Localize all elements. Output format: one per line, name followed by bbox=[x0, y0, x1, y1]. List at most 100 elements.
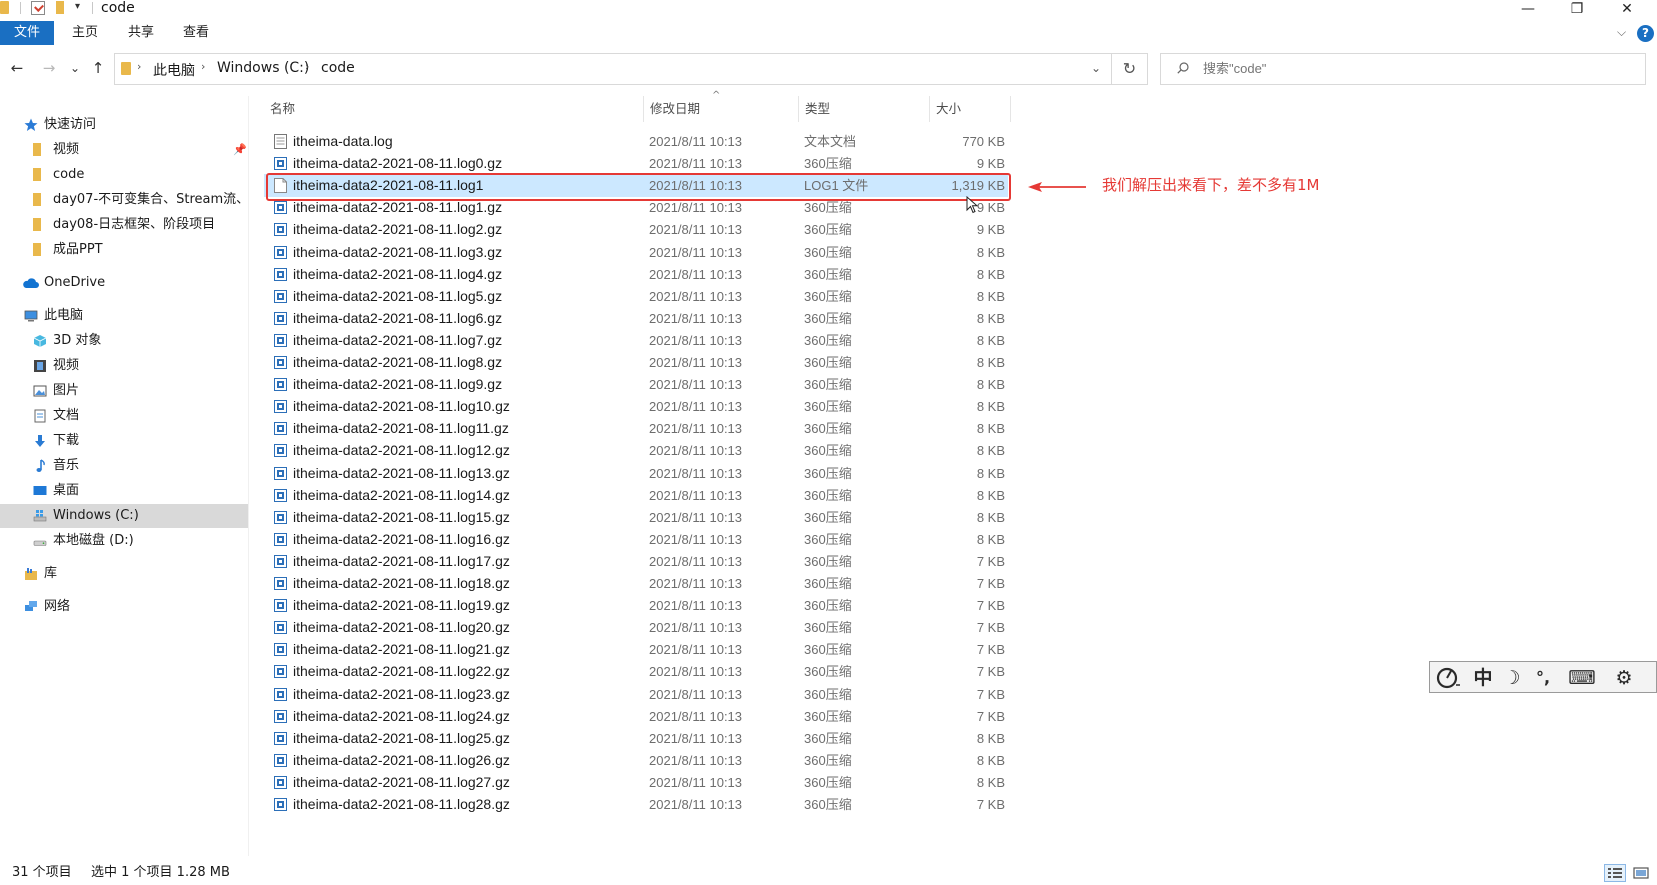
file-row[interactable]: itheima-data2-2021-08-11.log4.gz 2021/8/1… bbox=[264, 263, 1008, 286]
new-folder-icon[interactable] bbox=[56, 1, 64, 14]
file-modified-date: 2021/8/11 10:13 bbox=[649, 244, 743, 260]
file-row[interactable]: itheima-data2-2021-08-11.log13.gz 2021/8/… bbox=[264, 462, 1008, 485]
tab-home[interactable]: 主页 bbox=[62, 21, 108, 45]
sidebar-item-code[interactable]: code bbox=[0, 163, 248, 187]
sidebar-item-documents[interactable]: 文档 bbox=[0, 404, 248, 428]
forward-button[interactable]: → bbox=[39, 58, 59, 78]
file-row[interactable]: itheima-data2-2021-08-11.log26.gz 2021/8/… bbox=[264, 749, 1008, 772]
column-header-name[interactable]: 名称 bbox=[264, 96, 642, 122]
sidebar-item-windows-c[interactable]: Windows (C:) bbox=[0, 504, 248, 528]
search-input[interactable] bbox=[1203, 61, 1603, 76]
pin-icon[interactable]: 📌 bbox=[233, 138, 247, 162]
sidebar-item-quick-access[interactable]: 快速访问 bbox=[0, 113, 248, 137]
tab-view[interactable]: 查看 bbox=[173, 21, 219, 45]
sidebar-item-3d-objects[interactable]: 3D 对象 bbox=[0, 329, 248, 353]
expand-ribbon-icon[interactable]: ⌵ bbox=[1617, 25, 1626, 40]
sidebar-item-music[interactable]: 音乐 bbox=[0, 454, 248, 478]
sidebar-item-day07[interactable]: day07-不可变集合、Stream流、! bbox=[0, 188, 248, 212]
column-header-size[interactable]: 大小 bbox=[930, 96, 1010, 122]
sidebar-item-desktop[interactable]: 桌面 bbox=[0, 479, 248, 503]
file-row[interactable]: itheima-data2-2021-08-11.log18.gz 2021/8/… bbox=[264, 572, 1008, 595]
large-icons-view-button[interactable] bbox=[1630, 864, 1652, 882]
sidebar-item-local-disk-d[interactable]: 本地磁盘 (D:) bbox=[0, 529, 248, 553]
file-row[interactable]: itheima-data2-2021-08-11.log28.gz 2021/8/… bbox=[264, 793, 1008, 816]
sidebar-item-ppt[interactable]: 成品PPT bbox=[0, 238, 248, 262]
properties-icon[interactable] bbox=[31, 1, 45, 15]
status-bar: 31 个项目 选中 1 个项目 1.28 MB bbox=[0, 860, 1657, 885]
close-button[interactable]: ✕ bbox=[1604, 0, 1650, 18]
ime-moon-icon[interactable]: ☽ bbox=[1500, 665, 1524, 691]
file-row[interactable]: itheima-data2-2021-08-11.log10.gz 2021/8/… bbox=[264, 395, 1008, 418]
file-row[interactable]: itheima-data2-2021-08-11.log16.gz 2021/8/… bbox=[264, 528, 1008, 551]
file-row[interactable]: itheima-data2-2021-08-11.log17.gz 2021/8/… bbox=[264, 550, 1008, 573]
file-row[interactable]: itheima-data2-2021-08-11.log12.gz 2021/8/… bbox=[264, 439, 1008, 462]
cloud-icon bbox=[23, 278, 39, 288]
breadcrumb-separator[interactable]: › bbox=[137, 60, 141, 73]
ime-punctuation-icon[interactable]: °, bbox=[1530, 665, 1556, 691]
file-row[interactable]: itheima-data2-2021-08-11.log1.gz 2021/8/1… bbox=[264, 196, 1008, 219]
file-row[interactable]: itheima-data2-2021-08-11.log25.gz 2021/8/… bbox=[264, 727, 1008, 750]
file-row[interactable]: itheima-data2-2021-08-11.log14.gz 2021/8/… bbox=[264, 484, 1008, 507]
ime-logo-icon[interactable] bbox=[1436, 666, 1462, 690]
file-row[interactable]: itheima-data2-2021-08-11.log21.gz 2021/8/… bbox=[264, 638, 1008, 661]
file-row[interactable]: itheima-data2-2021-08-11.log23.gz 2021/8/… bbox=[264, 683, 1008, 706]
file-row[interactable]: itheima-data2-2021-08-11.log7.gz 2021/8/1… bbox=[264, 329, 1008, 352]
address-history-dropdown[interactable]: ⌄ bbox=[1091, 61, 1101, 75]
sidebar-item-label: code bbox=[53, 167, 85, 182]
breadcrumb-code[interactable]: code bbox=[321, 60, 355, 76]
file-row[interactable]: itheima-data2-2021-08-11.log0.gz 2021/8/1… bbox=[264, 152, 1008, 175]
column-header-type[interactable]: 类型 bbox=[799, 96, 929, 122]
help-icon[interactable]: ? bbox=[1637, 25, 1654, 42]
details-view-button[interactable] bbox=[1604, 864, 1626, 882]
file-row[interactable]: itheima-data2-2021-08-11.log24.gz 2021/8/… bbox=[264, 705, 1008, 728]
up-button[interactable]: ↑ bbox=[88, 58, 108, 78]
file-row[interactable]: itheima-data2-2021-08-11.log9.gz 2021/8/1… bbox=[264, 373, 1008, 396]
ime-language-mode[interactable]: 中 bbox=[1470, 665, 1496, 691]
file-row[interactable]: itheima-data2-2021-08-11.log5.gz 2021/8/1… bbox=[264, 285, 1008, 308]
customize-quick-access-dropdown[interactable]: ▾ bbox=[75, 1, 80, 12]
sidebar-item-label: 网络 bbox=[44, 599, 71, 614]
file-row[interactable]: itheima-data2-2021-08-11.log2.gz 2021/8/1… bbox=[264, 218, 1008, 241]
sidebar-item-downloads[interactable]: 下载 bbox=[0, 429, 248, 453]
file-row[interactable]: itheima-data2-2021-08-11.log11.gz 2021/8/… bbox=[264, 417, 1008, 440]
sidebar-item-network[interactable]: 网络 bbox=[0, 595, 248, 619]
address-bar[interactable]: › 此电脑 › Windows (C:) › code ⌄ bbox=[114, 53, 1112, 85]
back-button[interactable]: ← bbox=[7, 58, 27, 78]
file-row[interactable]: itheima-data2-2021-08-11.log8.gz 2021/8/1… bbox=[264, 351, 1008, 374]
sidebar-item-libraries[interactable]: 库 bbox=[0, 562, 248, 586]
sidebar-item-videos[interactable]: 视频 bbox=[0, 354, 248, 378]
file-row[interactable]: itheima-data2-2021-08-11.log3.gz 2021/8/1… bbox=[264, 241, 1008, 264]
sidebar-item-pictures[interactable]: 图片 bbox=[0, 379, 248, 403]
minimize-button[interactable]: — bbox=[1505, 0, 1551, 18]
file-row[interactable]: itheima-data2-2021-08-11.log19.gz 2021/8/… bbox=[264, 594, 1008, 617]
file-row[interactable]: itheima-data2-2021-08-11.log22.gz 2021/8/… bbox=[264, 660, 1008, 683]
file-row[interactable]: itheima-data2-2021-08-11.log27.gz 2021/8/… bbox=[264, 771, 1008, 794]
tab-file[interactable]: 文件 bbox=[0, 21, 54, 45]
keyboard-icon[interactable]: ⌨ bbox=[1568, 665, 1596, 691]
sidebar-item-day08[interactable]: day08-日志框架、阶段项目 bbox=[0, 213, 248, 237]
breadcrumb-this-pc[interactable]: 此电脑 bbox=[153, 60, 195, 80]
column-divider[interactable] bbox=[1010, 96, 1011, 122]
annotation-arrow-icon bbox=[1028, 182, 1086, 192]
sidebar-item-this-pc[interactable]: 此电脑 bbox=[0, 304, 248, 328]
breadcrumb-separator[interactable]: › bbox=[305, 60, 309, 73]
file-row[interactable]: itheima-data.log 2021/8/11 10:13 文本文档 770 K… bbox=[264, 130, 1008, 153]
file-row[interactable]: itheima-data2-2021-08-11.log1 2021/8/11 1… bbox=[264, 174, 1008, 198]
breadcrumb-windows-c[interactable]: Windows (C:) bbox=[217, 60, 309, 76]
sidebar-item-onedrive[interactable]: OneDrive bbox=[0, 271, 248, 295]
refresh-button[interactable]: ↻ bbox=[1112, 53, 1148, 85]
search-box[interactable] bbox=[1160, 53, 1646, 85]
settings-gear-icon[interactable]: ⚙ bbox=[1610, 665, 1638, 691]
archive-icon bbox=[274, 421, 287, 436]
file-row[interactable]: itheima-data2-2021-08-11.log15.gz 2021/8/… bbox=[264, 506, 1008, 529]
pane-divider bbox=[248, 96, 249, 856]
file-row[interactable]: itheima-data2-2021-08-11.log6.gz 2021/8/1… bbox=[264, 307, 1008, 330]
file-row[interactable]: itheima-data2-2021-08-11.log20.gz 2021/8/… bbox=[264, 616, 1008, 639]
sidebar-item-videos-pinned[interactable]: 视频 📌 bbox=[0, 138, 248, 162]
tab-share[interactable]: 共享 bbox=[118, 21, 164, 45]
recent-locations-button[interactable]: ⌄ bbox=[65, 58, 85, 78]
column-header-date[interactable]: 修改日期 bbox=[644, 96, 798, 122]
music-note-icon bbox=[36, 459, 45, 472]
breadcrumb-separator[interactable]: › bbox=[201, 60, 205, 73]
maximize-button[interactable]: ❐ bbox=[1554, 0, 1600, 18]
